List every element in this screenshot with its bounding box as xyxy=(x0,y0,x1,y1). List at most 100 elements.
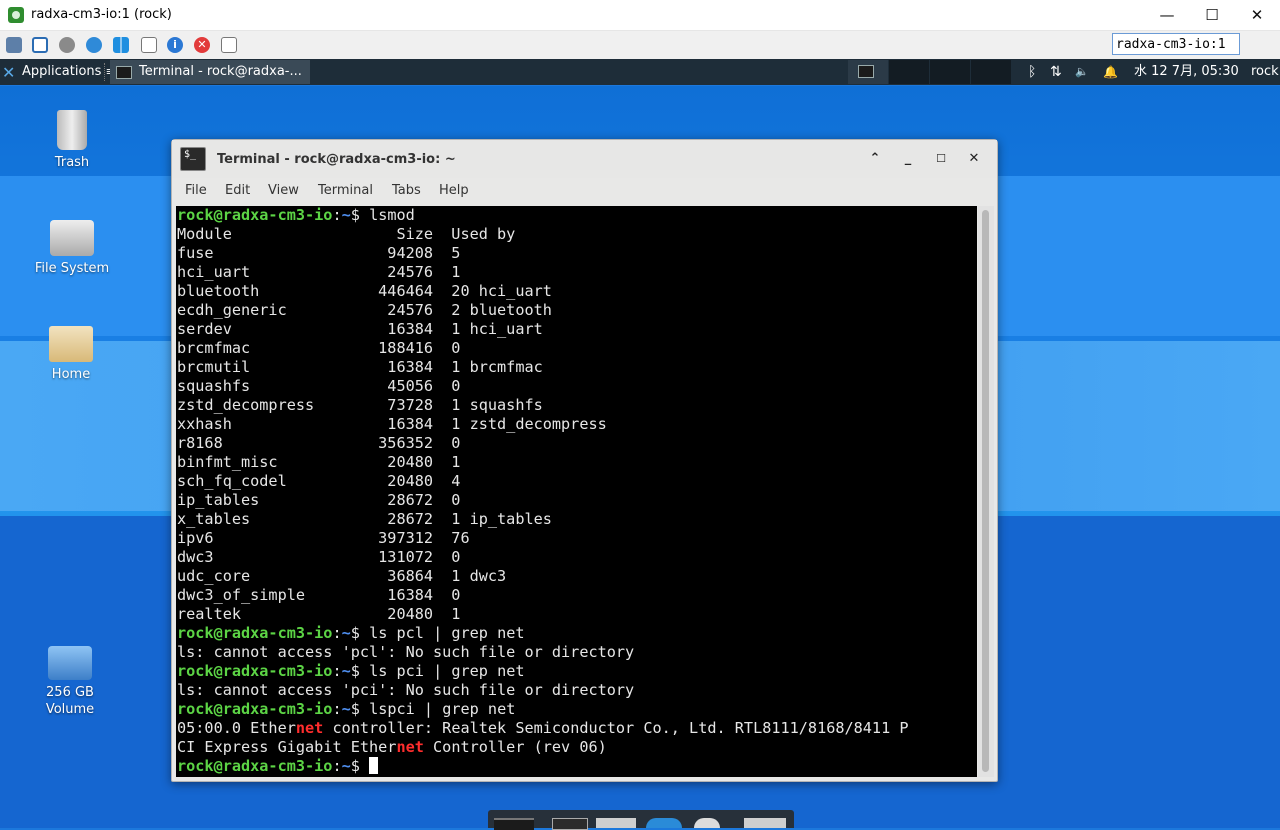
workspace-3[interactable] xyxy=(930,60,970,84)
dock xyxy=(488,810,794,830)
trash-icon xyxy=(57,110,87,150)
vnc-toolbar: i ✕ xyxy=(0,31,1280,81)
terminal-prompt-line: rock@radxa-cm3-io:~$ xyxy=(177,757,379,776)
desktop-icon-label-line1: 256 GB xyxy=(46,685,94,700)
lsmod-row: r8168 356352 0 xyxy=(177,434,461,452)
panel-user[interactable]: rock xyxy=(1251,61,1279,83)
terminal-prompt-line: rock@radxa-cm3-io:~$ ls pci | grep net xyxy=(177,662,525,680)
desktop-icon-volume[interactable]: 256 GB Volume xyxy=(30,646,110,718)
terminal-maximize-button[interactable]: ☐ xyxy=(932,150,950,168)
lsmod-row: fuse 94208 5 xyxy=(177,244,461,262)
lsmod-row: x_tables 28672 1 ip_tables xyxy=(177,510,552,528)
terminal-minimize-button[interactable]: _ xyxy=(899,150,917,168)
terminal-screen[interactable]: rock@radxa-cm3-io:~$ lsmod Module Size U… xyxy=(176,206,977,777)
desktop-icon-label: File System xyxy=(34,261,110,276)
panel-clock[interactable]: 水 12 7月, 05:30 xyxy=(1134,61,1239,83)
terminal-icon xyxy=(116,66,132,79)
desktop-icon-label: Trash xyxy=(54,155,90,170)
terminal-cursor xyxy=(369,757,379,774)
network-icon[interactable]: ⇅ xyxy=(1050,61,1062,83)
hard-drive-icon xyxy=(50,220,94,256)
terminal-prompt-line: rock@radxa-cm3-io:~$ ls pcl | grep net xyxy=(177,624,525,642)
lsmod-row: brcmutil 16384 1 brcmfmac xyxy=(177,358,543,376)
dock-terminal-icon[interactable] xyxy=(494,818,534,830)
minimize-button[interactable]: — xyxy=(1144,4,1190,26)
lsmod-row: hci_uart 24576 1 xyxy=(177,263,461,281)
maximize-button[interactable]: ☐ xyxy=(1189,4,1235,26)
lsmod-row: bluetooth 446464 20 hci_uart xyxy=(177,282,552,300)
workspace-2[interactable] xyxy=(889,60,929,84)
terminal-title: Terminal - rock@radxa-cm3-io: ~ xyxy=(217,152,456,167)
lsmod-row: udc_core 36864 1 dwc3 xyxy=(177,567,507,585)
terminal-menubar: File Edit View Terminal Tabs Help xyxy=(172,180,997,204)
panel-separator xyxy=(104,63,105,81)
applications-label: Applications xyxy=(22,64,102,79)
close-button[interactable]: ✕ xyxy=(1234,4,1280,26)
lsmod-row: ipv6 397312 76 xyxy=(177,529,470,547)
fullscreen-icon[interactable] xyxy=(32,37,48,53)
lsmod-row: realtek 20480 1 xyxy=(177,605,461,623)
host-field[interactable]: radxa-cm3-io:1 xyxy=(1112,33,1240,55)
terminal-scrollbar[interactable] xyxy=(978,206,994,777)
scrollbar-thumb[interactable] xyxy=(982,210,989,772)
lsmod-row: ecdh_generic 24576 2 bluetooth xyxy=(177,301,552,319)
bluetooth-icon[interactable]: ᛒ xyxy=(1028,61,1036,83)
vnc-titlebar: radxa-cm3-io:1 (rock) — ☐ ✕ xyxy=(0,0,1280,31)
desktop-icon-label: Home xyxy=(51,367,91,382)
terminal-app-icon: $_ xyxy=(180,147,206,171)
lsmod-row: sch_fq_codel 20480 4 xyxy=(177,472,461,490)
menu-file[interactable]: File xyxy=(185,183,207,198)
info-icon[interactable]: i xyxy=(167,37,183,53)
terminal-icon xyxy=(858,65,874,78)
desktop-icon-home[interactable]: Home xyxy=(31,326,111,383)
menu-tabs[interactable]: Tabs xyxy=(392,183,421,198)
taskbar-terminal-label: Terminal - rock@radxa-... xyxy=(139,64,302,79)
menu-view[interactable]: View xyxy=(268,183,299,198)
refresh-icon[interactable] xyxy=(86,37,102,53)
menu-terminal[interactable]: Terminal xyxy=(318,183,373,198)
menu-help[interactable]: Help xyxy=(439,183,469,198)
lsmod-row: binfmt_misc 20480 1 xyxy=(177,453,461,471)
lsmod-row: serdev 16384 1 hci_uart xyxy=(177,320,543,338)
workspace-switcher[interactable] xyxy=(848,60,1013,84)
desktop-icon-label-line2: Volume xyxy=(45,702,95,717)
lsmod-row: dwc3_of_simple 16384 0 xyxy=(177,586,461,604)
menu-edit[interactable]: Edit xyxy=(225,183,250,198)
drive-icon xyxy=(48,646,92,680)
desktop-icon-trash[interactable]: Trash xyxy=(32,110,112,171)
terminal-error-line: ls: cannot access 'pci': No such file or… xyxy=(177,681,635,699)
transfer-icon[interactable] xyxy=(221,37,237,53)
lsmod-row: ip_tables 28672 0 xyxy=(177,491,461,509)
applications-menu[interactable]: ✕ Applications ≡ xyxy=(2,62,115,82)
disconnect-icon[interactable]: ✕ xyxy=(194,37,210,53)
terminal-prompt-line: rock@radxa-cm3-io:~$ lsmod xyxy=(177,206,415,224)
xfce-logo-icon: ✕ xyxy=(2,63,16,82)
dock-app-finder-icon[interactable] xyxy=(694,818,720,828)
volume-icon[interactable]: 🔈 xyxy=(1075,61,1089,83)
options-icon[interactable] xyxy=(6,37,22,53)
terminal-shade-button[interactable]: ⌃ xyxy=(866,150,884,168)
dock-folder-icon[interactable] xyxy=(744,818,786,828)
terminal-error-line: ls: cannot access 'pcl': No such file or… xyxy=(177,643,635,661)
lsmod-row: zstd_decompress 73728 1 squashfs xyxy=(177,396,543,414)
workspace-4[interactable] xyxy=(971,60,1011,84)
dock-file-manager-icon[interactable] xyxy=(596,818,636,828)
notification-bell-icon[interactable]: 🔔 xyxy=(1103,61,1118,83)
lsmod-row: brcmfmac 188416 0 xyxy=(177,339,461,357)
lsmod-row: squashfs 45056 0 xyxy=(177,377,461,395)
xfce-panel: ✕ Applications ≡ Terminal - rock@radxa-.… xyxy=(0,59,1280,85)
terminal-prompt-line: rock@radxa-cm3-io:~$ lspci | grep net xyxy=(177,700,516,718)
terminal-titlebar[interactable]: $_ Terminal - rock@radxa-cm3-io: ~ ⌃ _ ☐… xyxy=(172,140,997,178)
desktop-icon-file-system[interactable]: File System xyxy=(32,220,112,277)
taskbar-terminal-button[interactable]: Terminal - rock@radxa-... xyxy=(110,60,310,84)
dock-terminal-emulator-icon[interactable] xyxy=(552,818,588,830)
save-icon[interactable] xyxy=(141,37,157,53)
lspci-output-line: 05:00.0 Ethernet controller: Realtek Sem… xyxy=(177,719,909,737)
dock-web-browser-icon[interactable] xyxy=(646,818,682,828)
settings-icon[interactable] xyxy=(59,37,75,53)
terminal-window: $_ Terminal - rock@radxa-cm3-io: ~ ⌃ _ ☐… xyxy=(171,139,998,782)
vnc-app-icon xyxy=(8,7,24,23)
terminal-close-button[interactable]: ✕ xyxy=(965,150,983,168)
windows-key-icon[interactable] xyxy=(113,37,129,53)
workspace-1[interactable] xyxy=(848,60,888,84)
